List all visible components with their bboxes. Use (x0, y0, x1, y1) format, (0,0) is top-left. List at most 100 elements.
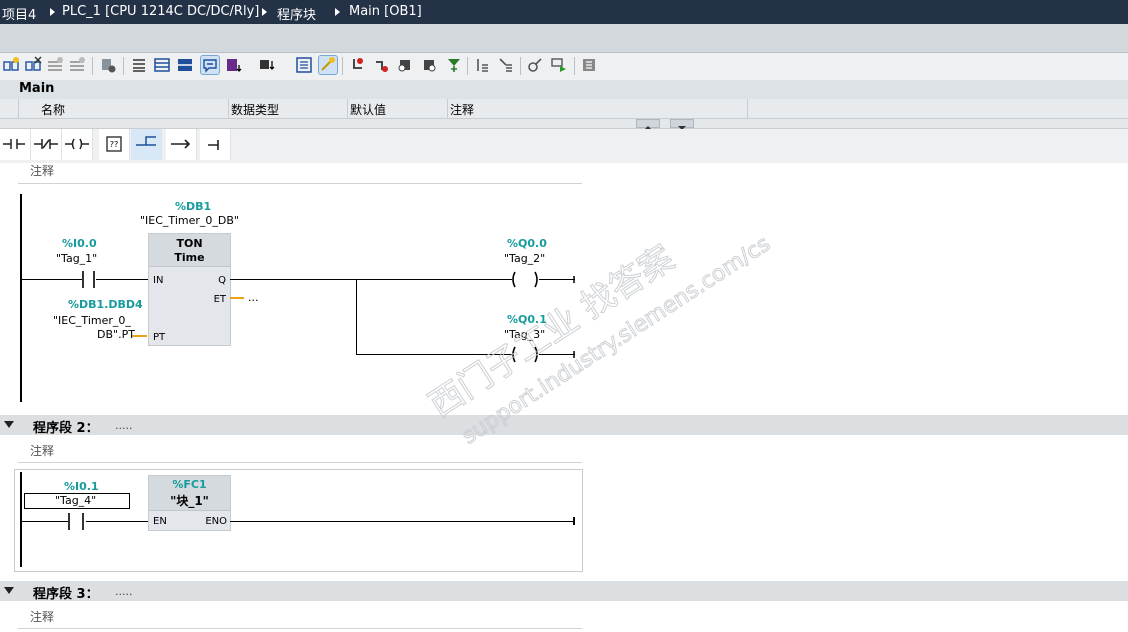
breadcrumb-separator-icon (262, 8, 267, 16)
ton-timer-block[interactable]: TON Time IN PT Q ET (148, 233, 231, 346)
pt-address: %DB1.DBD4 (68, 298, 143, 311)
breadcrumb-plc[interactable]: PLC_1 [CPU 1214C DC/DC/Rly] (62, 4, 259, 19)
editor-toolbar (0, 53, 1128, 80)
show-comments-icon[interactable] (200, 55, 220, 75)
interface-header: Main (0, 80, 1128, 99)
network3-header[interactable]: 程序段 3： ..... (0, 581, 1128, 602)
show-status-icon[interactable] (473, 56, 491, 74)
pin-et: ET (213, 294, 226, 305)
pt-tag-line2[interactable]: DB".PT (97, 328, 135, 341)
splitter-bar[interactable] (0, 119, 1128, 130)
ladder-elements-toolbar: ?? (0, 129, 1128, 163)
pin-q: Q (218, 275, 226, 286)
add-row-icon[interactable] (68, 56, 86, 74)
power-rail-left (20, 194, 22, 402)
pin-eno: ENO (205, 516, 227, 527)
go-to-error-icon[interactable] (396, 56, 414, 74)
block-name: Main (19, 81, 55, 96)
network3-comment[interactable]: 注释 (30, 608, 54, 625)
collapse-arrow-icon[interactable] (4, 587, 14, 594)
pt-tag-line1[interactable]: "IEC_Timer_0_ (53, 314, 131, 327)
open-branch-icon[interactable] (348, 56, 366, 74)
toolbar-separator (342, 57, 343, 75)
toolbar-separator (467, 57, 468, 75)
column-data-type[interactable]: 数据类型 (231, 101, 279, 118)
timer-subtype[interactable]: Time (149, 251, 230, 264)
coil2-icon[interactable] (512, 346, 576, 366)
run-test-icon[interactable] (550, 56, 568, 74)
power-rail-left-n2 (20, 472, 22, 567)
network3-title-placeholder[interactable]: ..... (115, 585, 132, 598)
breadcrumb-separator-icon (50, 8, 55, 16)
toolbar-separator (574, 57, 575, 75)
overview-icon[interactable] (497, 56, 515, 74)
close-branch-icon[interactable] (372, 56, 390, 74)
contact-tag[interactable]: "Tag_1" (56, 252, 97, 265)
go-to-next-icon[interactable] (420, 56, 438, 74)
timer-type: TON (176, 237, 203, 250)
contact-address: %I0.0 (62, 237, 97, 250)
coil-icon[interactable] (62, 129, 93, 160)
expand-down-icon[interactable] (670, 119, 694, 130)
view-table-icon[interactable] (153, 56, 171, 74)
pin-pt: PT (153, 332, 166, 343)
empty-box-icon[interactable] (318, 55, 338, 75)
coil1-icon[interactable] (512, 271, 576, 291)
insert-network-icon[interactable] (2, 56, 20, 74)
compare-icon[interactable] (580, 56, 598, 74)
collapse-arrow-icon[interactable] (4, 421, 14, 428)
n2-contact-tag-field[interactable]: "Tag_4" (24, 493, 130, 509)
breadcrumb-project[interactable]: 项目4 (2, 4, 36, 23)
fc1-block[interactable]: %FC1 "块_1" EN ENO (148, 475, 231, 531)
network2-header[interactable]: 程序段 2： ..... (0, 415, 1128, 436)
favorites-icon[interactable] (295, 56, 313, 74)
network1-comment[interactable]: 注释 (30, 162, 54, 179)
coil1-address: %Q0.0 (507, 237, 547, 250)
view-detail-icon[interactable] (176, 56, 194, 74)
open-branch-element-icon[interactable] (131, 129, 162, 160)
connect-icon[interactable] (200, 129, 231, 160)
column-default-value[interactable]: 默认值 (350, 101, 386, 118)
toolbar-separator (123, 57, 124, 75)
coil2-tag[interactable]: "Tag_3" (504, 328, 545, 341)
fc1-name[interactable]: "块_1" (149, 492, 230, 509)
coil2-address: %Q0.1 (507, 313, 547, 326)
close-branch-element-icon[interactable] (166, 129, 197, 160)
network2-title[interactable]: 程序段 2： (33, 417, 99, 436)
contact-no-icon[interactable] (82, 271, 96, 291)
coil1-tag[interactable]: "Tag_2" (504, 252, 545, 265)
et-output-value[interactable]: ... (248, 291, 259, 304)
collapse-up-icon[interactable] (636, 119, 660, 130)
network2-title-placeholder[interactable]: ..... (115, 419, 132, 432)
column-name[interactable]: 名称 (41, 101, 65, 118)
watermark-line1: 西门子工业 找答案 (422, 238, 681, 426)
breadcrumb-main-ob1[interactable]: Main [OB1] (349, 4, 422, 19)
breadcrumb-separator-icon (335, 8, 340, 16)
absolute-operand-icon[interactable] (225, 56, 243, 74)
timer-instance-address: %DB1 (175, 200, 212, 213)
column-comment[interactable]: 注释 (450, 101, 474, 118)
toolbar-separator (520, 57, 521, 75)
network2-comment[interactable]: 注释 (30, 442, 54, 459)
block-interface-icon[interactable] (99, 56, 117, 74)
empty-box-element-icon[interactable]: ?? (99, 129, 130, 160)
insert-row-icon[interactable] (46, 56, 64, 74)
pin-in: IN (153, 275, 164, 286)
operand-display-icon[interactable] (258, 56, 276, 74)
nc-contact-icon[interactable] (31, 129, 62, 160)
network3-title[interactable]: 程序段 3： (33, 583, 99, 602)
svg-text:??: ?? (110, 140, 119, 149)
delete-network-icon[interactable] (24, 56, 42, 74)
n2-contact-no-icon[interactable] (68, 513, 86, 533)
monitoring-icon[interactable] (445, 56, 463, 74)
no-contact-icon[interactable] (0, 129, 31, 160)
call-structure-icon[interactable] (526, 56, 544, 74)
siemens-watermark: 西门子工业 找答案 support.industry.siemens.com/c… (422, 231, 776, 450)
timer-instance-name[interactable]: "IEC_Timer_0_DB" (140, 214, 239, 227)
view-list-icon[interactable] (130, 56, 148, 74)
n2-contact-address: %I0.1 (64, 480, 99, 493)
editor-header-band (0, 24, 1128, 53)
breadcrumb-program-blocks[interactable]: 程序块 (277, 4, 316, 23)
n2-contact-tag[interactable]: "Tag_4" (55, 494, 96, 507)
breadcrumb: 项目4 PLC_1 [CPU 1214C DC/DC/Rly] 程序块 Main… (0, 0, 1128, 24)
